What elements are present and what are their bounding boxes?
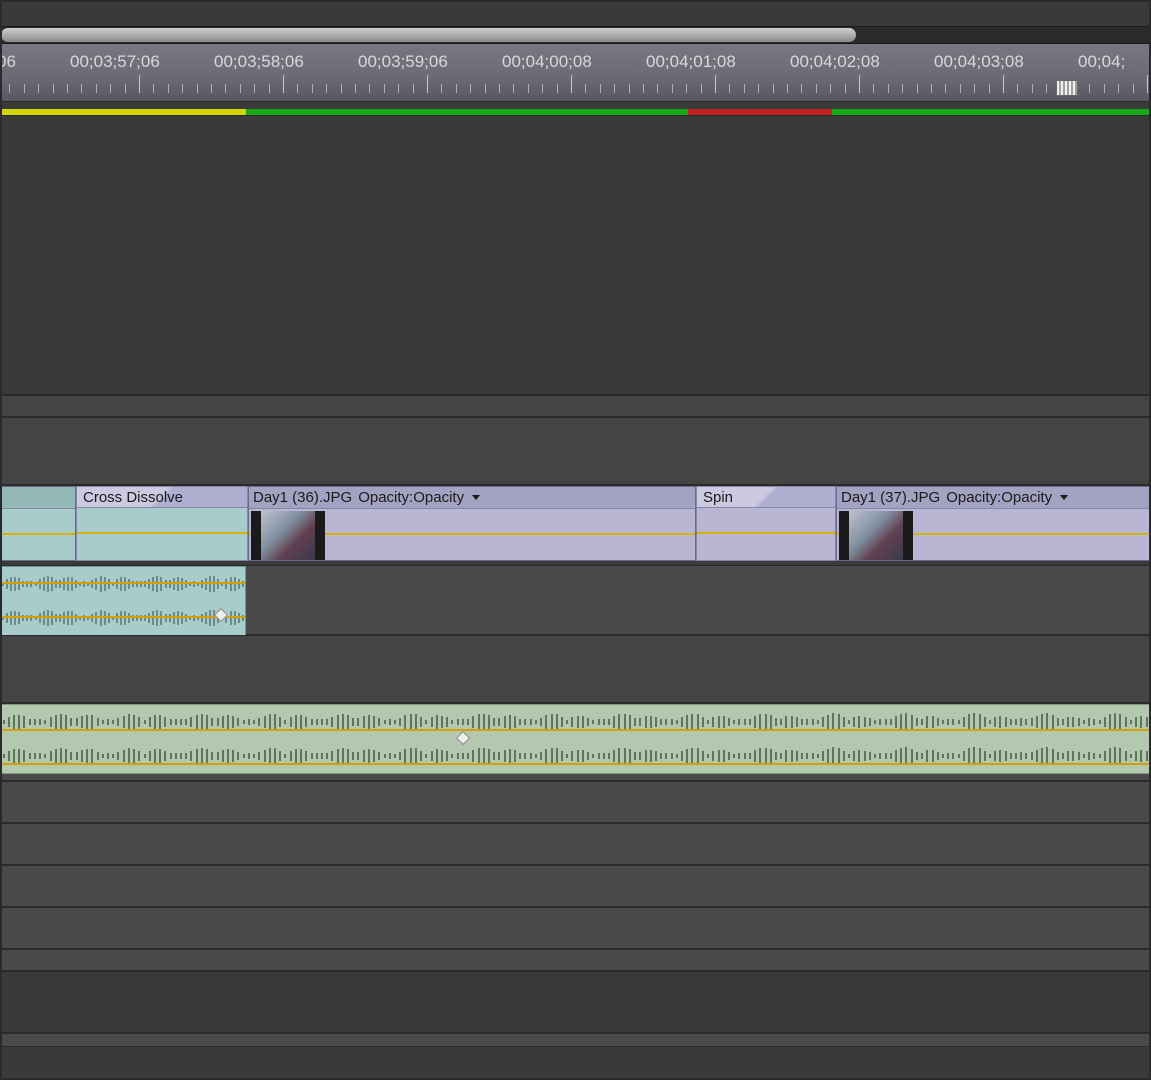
- timecode-label: 00;04;: [1078, 52, 1125, 72]
- timecode-label: 00;03;57;06: [70, 52, 160, 72]
- dropdown-caret-icon[interactable]: [472, 495, 480, 500]
- clip-title: Day1 (36).JPG: [253, 489, 352, 506]
- audio-clip[interactable]: [0, 566, 246, 636]
- video-track[interactable]: Cross Dissolve Day1 (36).JPG Opacity:Opaci…: [0, 485, 1151, 560]
- video-clip[interactable]: Day1 (37).JPG Opacity:Opacity: [836, 486, 1151, 561]
- timeline-scrollbar[interactable]: [0, 26, 1151, 44]
- timeline-ruler[interactable]: 06 00;03;57;06 00;03;58;06 00;03;59;06 00;04…: [0, 44, 1151, 102]
- audio-clip[interactable]: [0, 704, 1151, 774]
- timecode-label: 00;03;58;06: [214, 52, 304, 72]
- scrollbar-thumb[interactable]: [1, 28, 856, 42]
- clip-effect-label[interactable]: Opacity:Opacity: [358, 489, 464, 506]
- empty-track-upper: [0, 115, 1151, 395]
- dropdown-caret-icon[interactable]: [1060, 495, 1068, 500]
- track-divider: [0, 395, 1151, 417]
- empty-track: [0, 865, 1151, 907]
- timecode-label: 00;04;01;08: [646, 52, 736, 72]
- audio-track-2[interactable]: [0, 703, 1151, 781]
- clip-title: Day1 (37).JPG: [841, 489, 940, 506]
- empty-track: [0, 823, 1151, 865]
- transition-clip[interactable]: Spin: [696, 486, 836, 508]
- timecode-label: 06: [0, 52, 16, 72]
- clip-effect-label[interactable]: Opacity:Opacity: [946, 489, 1052, 506]
- audio-track-1[interactable]: [0, 565, 1151, 635]
- video-clip[interactable]: Day1 (36).JPG Opacity:Opacity: [248, 486, 696, 561]
- empty-track: [0, 635, 1151, 703]
- transition-clip[interactable]: Cross Dissolve: [76, 486, 248, 508]
- clip-thumbnail: [839, 511, 913, 560]
- bottom-bar: [0, 1033, 1151, 1047]
- empty-track: [0, 417, 1151, 485]
- timecode-label: 00;03;59;06: [358, 52, 448, 72]
- empty-track: [0, 781, 1151, 823]
- timecode-label: 00;04;03;08: [934, 52, 1024, 72]
- track-divider: [0, 949, 1151, 971]
- clip-thumbnail: [251, 511, 325, 560]
- empty-area: [0, 971, 1151, 1033]
- timecode-label: 00;04;00;08: [502, 52, 592, 72]
- video-clip[interactable]: [0, 486, 76, 561]
- empty-track: [0, 907, 1151, 949]
- timecode-label: 00;04;02;08: [790, 52, 880, 72]
